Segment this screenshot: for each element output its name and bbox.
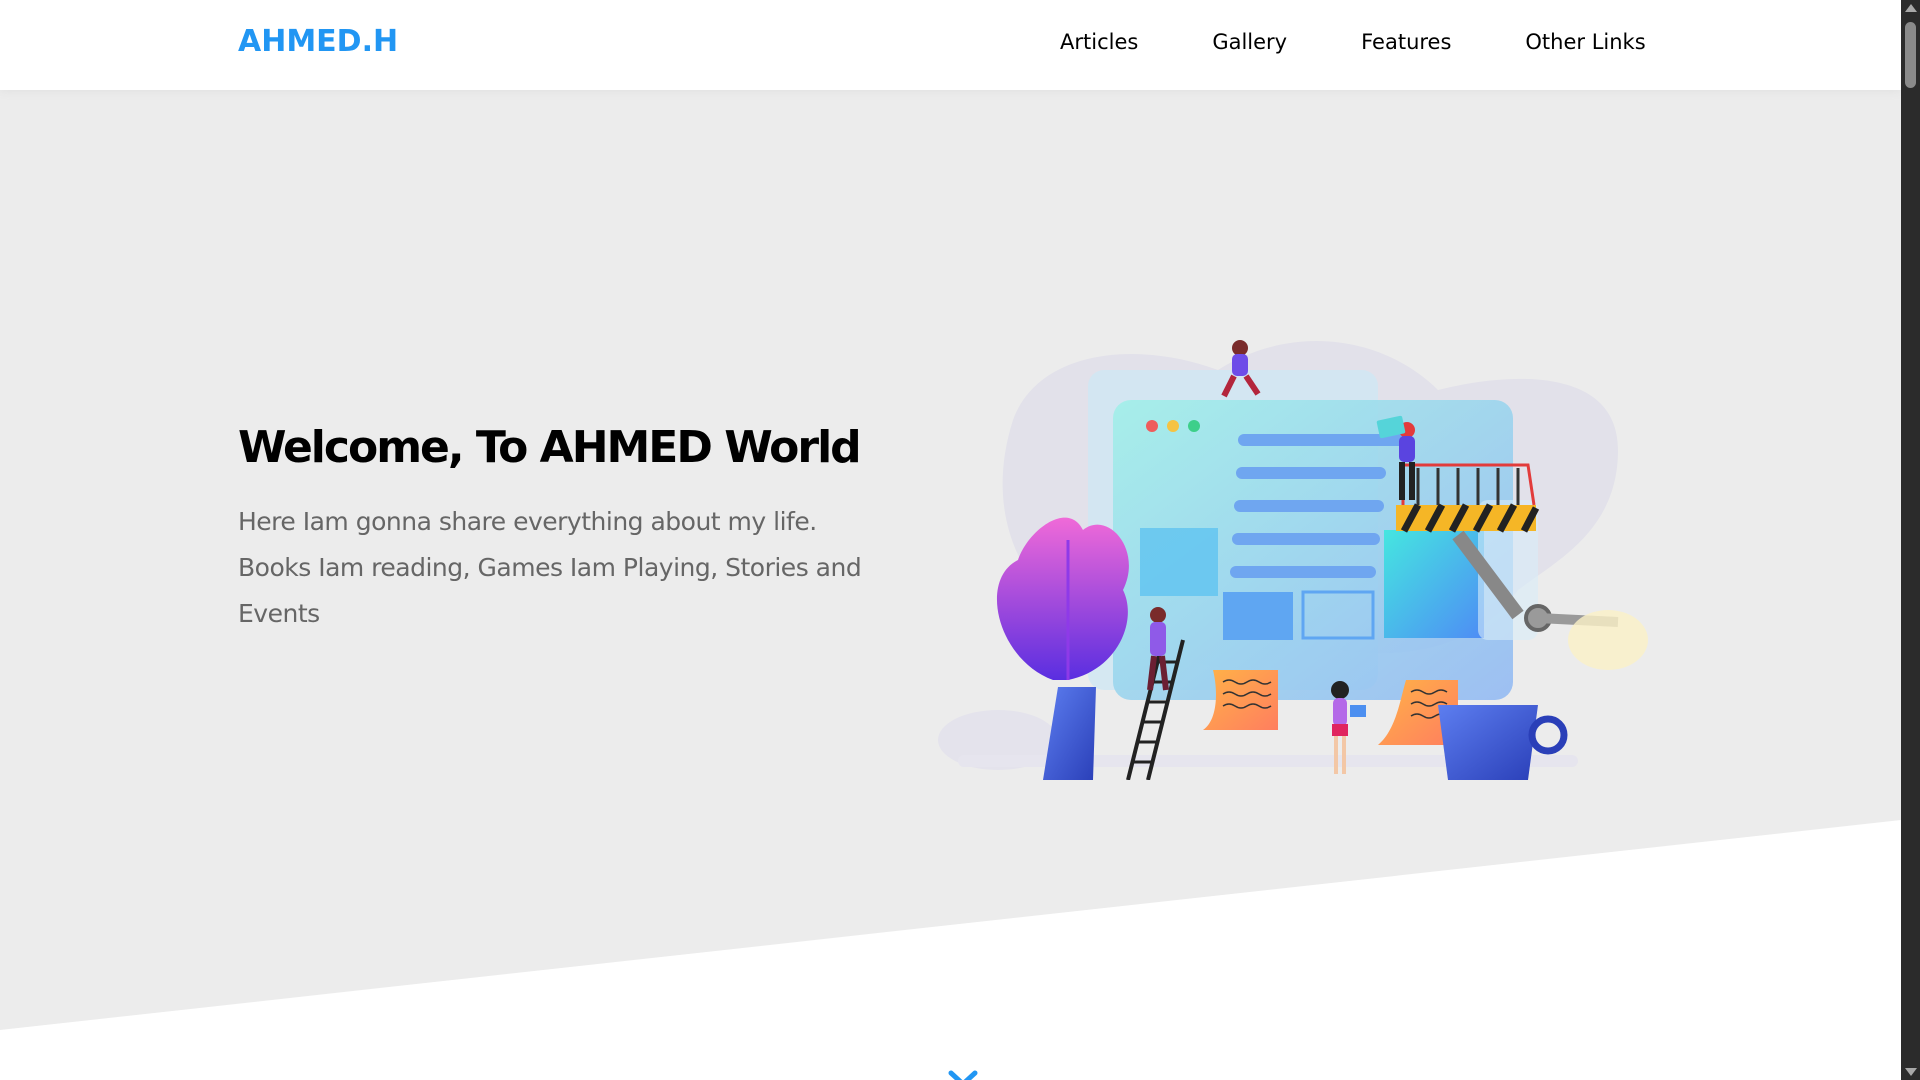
scroll-down-arrow-icon[interactable] — [1905, 1068, 1917, 1076]
hero-illustration — [938, 340, 1648, 780]
main-nav: Articles Gallery Features Other Links — [1060, 30, 1646, 54]
nav-link-gallery[interactable]: Gallery — [1212, 30, 1287, 54]
nav-link-features[interactable]: Features — [1361, 30, 1451, 54]
landing-intro: Welcome, To AHMED World Here Iam gonna s… — [238, 422, 878, 637]
landing-title: Welcome, To AHMED World — [238, 422, 862, 473]
scroll-up-arrow-icon[interactable] — [1905, 4, 1917, 12]
header: AHMED.H Articles Gallery Features Other … — [0, 0, 1901, 90]
scrollbar-thumb[interactable] — [1905, 22, 1916, 88]
nav-link-articles[interactable]: Articles — [1060, 30, 1138, 54]
vertical-scrollbar[interactable] — [1901, 0, 1920, 1080]
landing-section: Welcome, To AHMED World Here Iam gonna s… — [0, 90, 1901, 1080]
landing-description: Here Iam gonna share everything about my… — [238, 507, 862, 628]
double-chevron-down-icon[interactable] — [948, 1070, 978, 1080]
nav-link-other-links[interactable]: Other Links — [1525, 30, 1645, 54]
page-viewport: AHMED.H Articles Gallery Features Other … — [0, 0, 1901, 1080]
site-logo[interactable]: AHMED.H — [238, 24, 398, 59]
